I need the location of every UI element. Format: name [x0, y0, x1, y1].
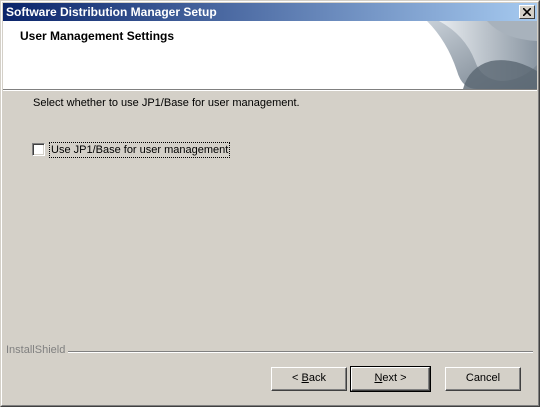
- window-title: Software Distribution Manager Setup: [6, 5, 217, 19]
- close-icon: [523, 8, 531, 16]
- jp1base-checkbox[interactable]: [32, 143, 45, 156]
- back-rest: ack: [308, 372, 326, 384]
- close-button[interactable]: [519, 5, 535, 19]
- next-button[interactable]: Next >: [350, 366, 431, 392]
- instruction-text: Select whether to use JP1/Base for user …: [33, 97, 300, 109]
- back-button[interactable]: < Back: [271, 367, 347, 391]
- title-bar[interactable]: Software Distribution Manager Setup: [3, 3, 537, 21]
- jp1base-checkbox-label[interactable]: Use JP1/Base for user management: [49, 142, 231, 158]
- back-prefix: <: [292, 372, 302, 384]
- header-divider: [3, 89, 537, 91]
- cancel-button[interactable]: Cancel: [445, 367, 521, 391]
- footer-divider: [6, 351, 533, 353]
- header-panel: User Management Settings: [3, 21, 537, 89]
- installshield-label: InstallShield: [6, 344, 69, 356]
- back-mnemonic: B: [301, 372, 309, 384]
- page-title: User Management Settings: [20, 29, 175, 43]
- installshield-banner-graphic-icon: [427, 21, 537, 89]
- setup-dialog: Software Distribution Manager Setup User…: [0, 0, 540, 407]
- next-rest: ext >: [382, 372, 407, 384]
